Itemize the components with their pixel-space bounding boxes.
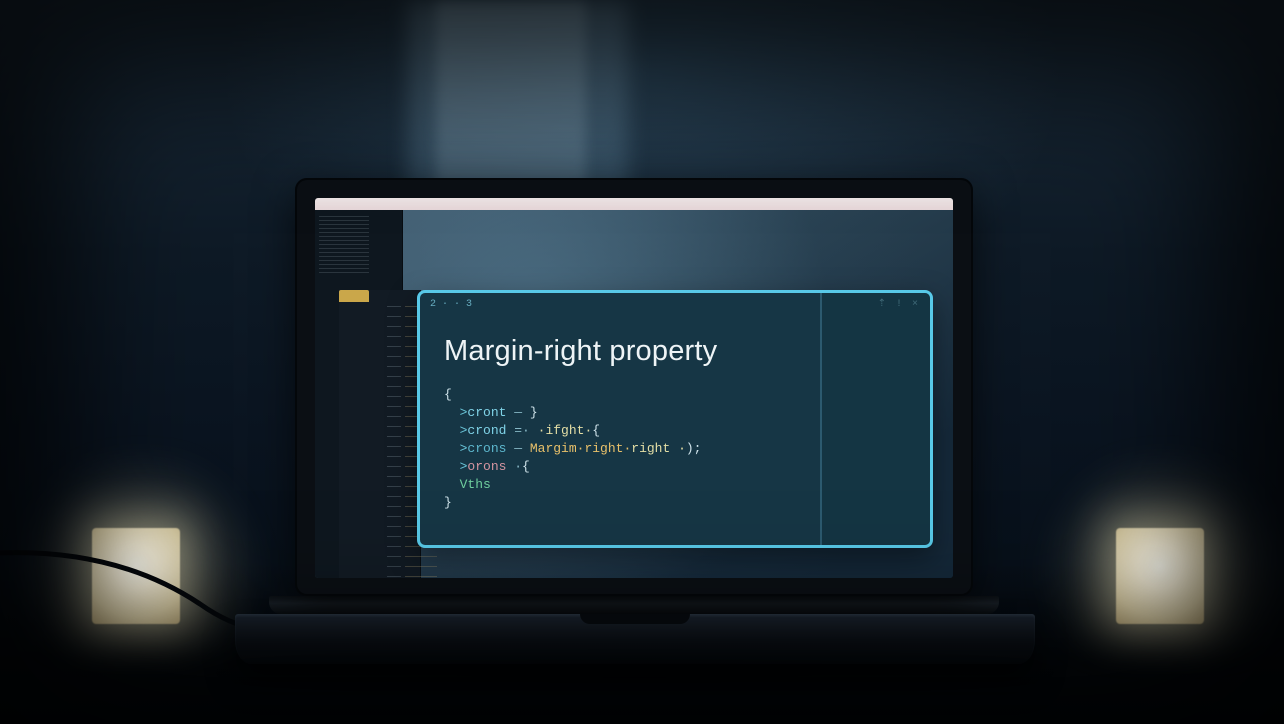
bg-gutter-panel — [339, 290, 421, 578]
laptop-hinge — [269, 596, 999, 614]
lamp-left — [70, 484, 190, 624]
laptop-shadow — [205, 660, 1065, 684]
code-block: { >cront — } >crond =· ·ifght·{ >crons —… — [444, 386, 796, 512]
popup-panel: 2 · · 3 ⇡ ! × Margin-right property { >c… — [417, 290, 933, 548]
scene: 2 · · 3 ⇡ ! × Margin-right property { >c… — [0, 0, 1284, 724]
laptop-base — [235, 614, 1035, 664]
laptop: 2 · · 3 ⇡ ! × Margin-right property { >c… — [295, 178, 973, 684]
laptop-screen: 2 · · 3 ⇡ ! × Margin-right property { >c… — [295, 178, 973, 596]
os-desktop: 2 · · 3 ⇡ ! × Margin-right property { >c… — [315, 210, 953, 578]
popup-title: Margin-right property — [444, 335, 796, 368]
lamp-right — [1094, 484, 1214, 624]
window-titlebar — [315, 198, 953, 210]
laptop-notch — [580, 614, 690, 624]
popup-sidebar — [820, 293, 930, 545]
